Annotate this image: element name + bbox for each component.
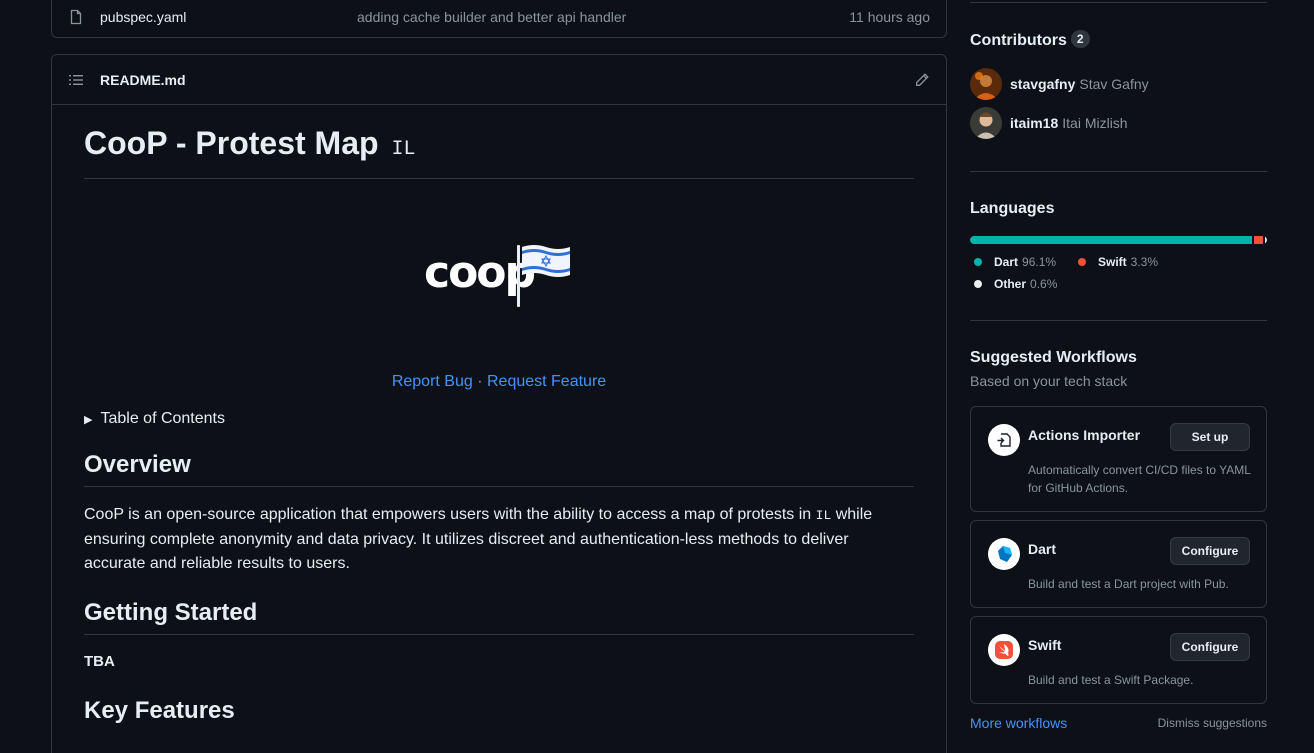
file-table: pubspec.yaml adding cache builder and be… [51, 0, 947, 38]
actions-importer-icon [988, 424, 1020, 456]
language-item[interactable]: Other 0.6% [970, 277, 1057, 291]
lang-bar-dart [970, 236, 1252, 244]
workflow-description: Automatically convert CI/CD files to YAM… [1028, 463, 1251, 495]
overview-paragraph: CooP is an open-source application that … [84, 503, 914, 576]
lang-bar-other [1265, 236, 1267, 244]
language-percent: 3.3% [1130, 255, 1159, 269]
disclosure-triangle-icon: ▶ [84, 413, 93, 426]
overview-heading: Overview [84, 450, 914, 487]
avatar[interactable] [970, 107, 1002, 139]
contributor-login[interactable]: itaim18 [1010, 115, 1058, 131]
getting-started-heading: Getting Started [84, 598, 914, 635]
readme-body: CooP - Protest Map IL coop Report Bug · … [52, 105, 946, 732]
tba-text: TBA [84, 653, 115, 670]
dart-icon [988, 538, 1020, 570]
language-name: Swift [1098, 255, 1127, 269]
setup-button[interactable]: Set up [1170, 423, 1250, 451]
divider [970, 2, 1267, 3]
workflow-name: Swift [1028, 637, 1062, 653]
language-item[interactable]: Swift 3.3% [1074, 255, 1158, 269]
workflow-card: Swift Configure Build and test a Swift P… [970, 616, 1267, 704]
pencil-icon[interactable] [914, 72, 930, 88]
languages-title: Languages [970, 200, 1055, 217]
readme-title: CooP - Protest Map IL [84, 105, 914, 179]
divider [970, 171, 1267, 172]
readme-title-text: CooP - Protest Map [84, 125, 379, 161]
workflow-description: Build and test a Dart project with Pub. [1028, 577, 1229, 591]
avatar[interactable] [970, 68, 1002, 100]
contributor-item[interactable]: stavgafny Stav Gafny [970, 68, 1149, 100]
readme-links: Report Bug · Request Feature [84, 373, 914, 391]
workflow-description: Build and test a Swift Package. [1028, 673, 1194, 687]
workflow-name: Dart [1028, 541, 1057, 557]
file-commit-time: 11 hours ago [849, 9, 930, 25]
key-features-heading: Key Features [84, 697, 235, 724]
workflow-name: Actions Importer [1028, 427, 1141, 443]
workflows-subtitle: Based on your tech stack [970, 373, 1128, 389]
link-separator: · [477, 373, 483, 390]
language-bar [969, 235, 1268, 245]
file-icon [68, 9, 84, 25]
request-feature-link[interactable]: Request Feature [487, 373, 606, 390]
swift-icon [988, 634, 1020, 666]
readme-header: README.md [52, 55, 946, 105]
readme-panel: README.md CooP - Protest Map IL coop Rep… [51, 54, 947, 753]
file-row[interactable]: pubspec.yaml adding cache builder and be… [52, 0, 946, 38]
contributor-name: Stav Gafny [1079, 76, 1149, 92]
file-name-link[interactable]: pubspec.yaml [100, 9, 357, 25]
lang-bar-swift [1253, 236, 1264, 244]
more-workflows-link[interactable]: More workflows [970, 715, 1067, 731]
il-flag-emoji: IL [391, 138, 416, 161]
workflows-title: Suggested Workflows [970, 349, 1137, 366]
contributors-count-badge: 2 [1070, 30, 1090, 48]
language-item[interactable]: Dart 96.1% [970, 255, 1056, 269]
swift-color-dot [1078, 258, 1086, 266]
workflow-card: Actions Importer Set up Automatically co… [970, 406, 1267, 512]
configure-button[interactable]: Configure [1170, 537, 1250, 565]
language-percent: 96.1% [1022, 255, 1057, 269]
report-bug-link[interactable]: Report Bug [392, 373, 473, 390]
overview-text-1: CooP is an open-source application that … [84, 506, 812, 523]
contributors-title[interactable]: Contributors 2 [970, 30, 1090, 50]
list-icon[interactable] [68, 72, 84, 88]
contributor-item[interactable]: itaim18 Itai Mizlish [970, 107, 1128, 139]
il-flag-emoji: IL [815, 508, 832, 523]
divider [970, 320, 1267, 321]
toc-details[interactable]: ▶ Table of Contents [84, 410, 914, 428]
readme-filename[interactable]: README.md [100, 72, 914, 88]
other-color-dot [974, 280, 982, 288]
dart-color-dot [974, 258, 982, 266]
language-percent: 0.6% [1030, 277, 1058, 291]
coop-logo: coop [84, 179, 914, 371]
file-commit-message[interactable]: adding cache builder and better api hand… [357, 9, 849, 25]
language-name: Dart [994, 255, 1019, 269]
contributors-title-text: Contributors [970, 32, 1067, 49]
contributor-login[interactable]: stavgafny [1010, 76, 1075, 92]
configure-button[interactable]: Configure [1170, 633, 1250, 661]
toc-summary: Table of Contents [100, 410, 225, 427]
workflow-card: Dart Configure Build and test a Dart pro… [970, 520, 1267, 608]
contributor-name: Itai Mizlish [1062, 115, 1128, 131]
language-name: Other [994, 277, 1027, 291]
dismiss-suggestions-link[interactable]: Dismiss suggestions [1158, 716, 1267, 730]
